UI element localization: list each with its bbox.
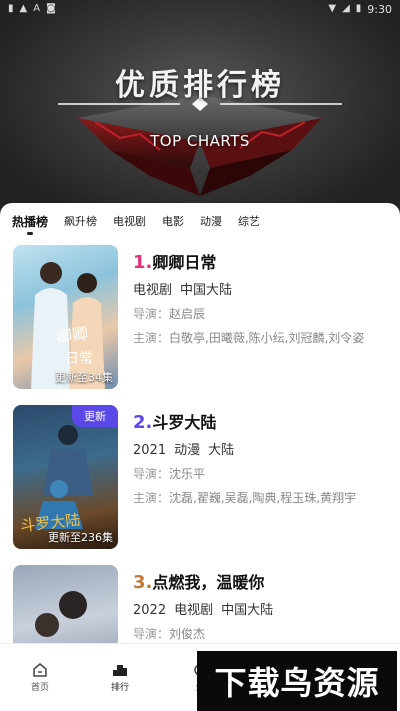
poster-figures	[35, 591, 87, 637]
item-meta: 电视剧 中国大陆	[133, 279, 240, 298]
nav-ranking[interactable]: 排行	[90, 662, 150, 693]
item-director: 导演：赵启辰	[133, 305, 205, 322]
item-director: 导演：刘俊杰	[133, 625, 205, 642]
notification-a-icon: ◙	[46, 3, 56, 14]
meta-type: 电视剧	[133, 283, 173, 298]
title-text: 斗罗大陆	[152, 413, 217, 432]
cast-names: 白敬亭,田曦薇,陈小纭,刘冠麟,刘令姿	[169, 331, 365, 345]
signal-icon: ◢	[342, 3, 350, 14]
list-item[interactable]: 3.点燃我，温暖你 2022 电视剧 中国大陆 导演：刘俊杰	[0, 565, 400, 643]
poster-image[interactable]: 斗罗大陆 更新 更新至236集	[13, 405, 118, 549]
item-title: 1.卿卿日常	[133, 249, 216, 273]
director-label: 导演：	[133, 467, 170, 481]
battery-icon: ▮	[355, 3, 362, 14]
director-label: 导演：	[133, 307, 170, 321]
hero-banner: 优质排行榜 TOP CHARTS	[0, 0, 400, 215]
tab-label: 电视剧	[113, 215, 147, 228]
tab-indicator	[27, 232, 33, 235]
item-meta: 2022 电视剧 中国大陆	[133, 599, 281, 618]
meta-year: 2021	[133, 443, 167, 458]
rank-number: 2.	[133, 412, 153, 433]
svg-text:日常: 日常	[65, 351, 93, 367]
cast-label: 主演：	[133, 331, 170, 345]
page-title: 优质排行榜	[115, 68, 285, 103]
ranking-icon	[113, 665, 127, 676]
director-name: 沈乐平	[169, 467, 206, 481]
episode-caption: 更新至236集	[48, 531, 113, 544]
meta-region: 大陆	[208, 443, 235, 458]
stage-illustration	[58, 95, 342, 196]
item-cast: 主演：白敬亭,田曦薇,陈小纭,刘冠麟,刘令姿	[133, 329, 383, 348]
meta-type: 动漫	[174, 443, 201, 458]
rank-number: 3.	[133, 572, 153, 593]
director-label: 导演：	[133, 627, 170, 641]
item-cast: 主演：沈磊,翟巍,吴磊,陶典,程玉珠,黄翔宇	[133, 489, 383, 508]
status-bar: ▮ ▲ A ◙ ▼ ◢ ▮ 9:30	[0, 0, 400, 18]
category-tabs: 热播榜 飙升榜 电视剧 电影 动漫 综艺	[0, 203, 400, 239]
alert-icon: ▲	[19, 3, 28, 14]
item-title: 2.斗罗大陆	[133, 409, 216, 433]
status-time: 9:30	[367, 2, 392, 16]
nav-label: 首页	[30, 683, 49, 693]
tab-label: 综艺	[238, 215, 261, 228]
item-director: 导演：沈乐平	[133, 465, 205, 482]
tab-label: 动漫	[200, 215, 223, 228]
home-icon	[33, 663, 47, 677]
poster-figures: 卿卿 日常	[31, 262, 105, 389]
cast-names: 沈磊,翟巍,吴磊,陶典,程玉珠,黄翔宇	[169, 491, 357, 505]
list-item[interactable]: 斗罗大陆 更新 更新至236集 2.斗罗大陆 2021 动漫 大陆 导演：沈乐平 主…	[0, 405, 400, 551]
director-name: 赵启辰	[169, 307, 206, 321]
poster-image[interactable]: 卿卿 日常 更新至34集	[13, 245, 118, 389]
meta-region: 中国大陆	[221, 603, 274, 618]
tab-tv-series[interactable]: 电视剧	[113, 203, 146, 239]
sim-card-icon: ▮	[8, 3, 14, 14]
title-text: 点燃我，温暖你	[152, 573, 265, 592]
page-subtitle: TOP CHARTS	[150, 132, 250, 150]
cast-label: 主演：	[133, 491, 170, 505]
tab-rising[interactable]: 飙升榜	[64, 203, 97, 239]
font-icon: A	[33, 3, 41, 14]
item-title: 3.点燃我，温暖你	[133, 569, 264, 593]
ranking-sheet: 热播榜 飙升榜 电视剧 电影 动漫 综艺 卿卿 日常 更新至34集 1.卿卿日常…	[0, 203, 400, 643]
director-name: 刘俊杰	[169, 627, 206, 641]
tab-movies[interactable]: 电影	[162, 203, 184, 239]
wifi-icon: ▼	[328, 3, 337, 14]
tab-label: 热播榜	[12, 214, 49, 229]
nav-home[interactable]: 首页	[10, 662, 70, 693]
meta-type: 电视剧	[174, 603, 214, 618]
tab-hot[interactable]: 热播榜	[12, 203, 48, 239]
watermark-logo: 下载鸟资源	[197, 651, 397, 711]
tab-label: 电影	[162, 215, 185, 228]
list-item[interactable]: 卿卿 日常 更新至34集 1.卿卿日常 电视剧 中国大陆 导演：赵启辰 主演：白敬…	[0, 245, 400, 391]
update-badge: 更新	[72, 405, 118, 427]
rank-number: 1.	[133, 252, 153, 273]
meta-year: 2022	[133, 603, 167, 618]
tab-anime[interactable]: 动漫	[200, 203, 222, 239]
tab-variety[interactable]: 综艺	[238, 203, 260, 239]
episode-caption: 更新至34集	[55, 371, 113, 384]
nav-label: 排行	[110, 683, 129, 693]
meta-region: 中国大陆	[180, 283, 233, 298]
poster-image[interactable]	[13, 565, 118, 643]
item-meta: 2021 动漫 大陆	[133, 439, 242, 458]
tab-label: 飙升榜	[64, 215, 98, 228]
title-text: 卿卿日常	[152, 253, 217, 272]
